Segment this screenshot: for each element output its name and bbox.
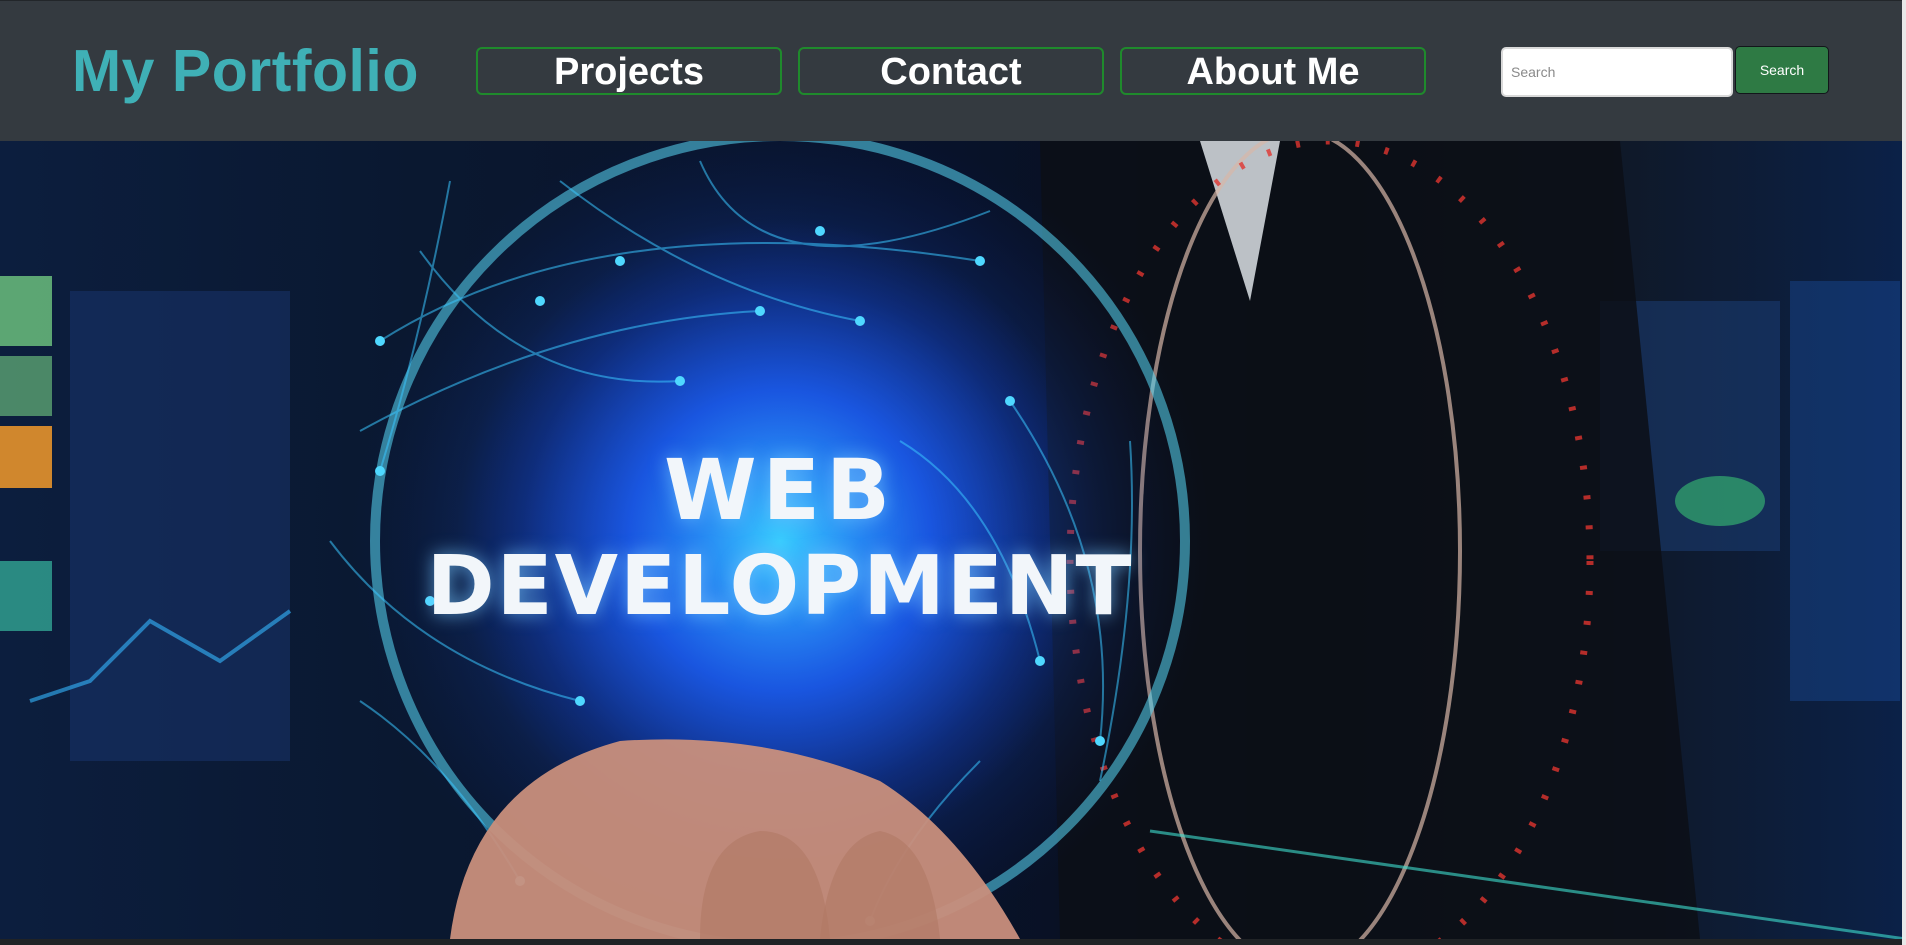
hero-title-development: DEVELOPMENT <box>426 539 1134 634</box>
nav-projects-link[interactable]: Projects <box>476 47 782 95</box>
dashboard-panel <box>0 356 52 416</box>
dashboard-glow <box>1675 476 1765 526</box>
nav-about-me-link[interactable]: About Me <box>1120 47 1426 95</box>
brand-title[interactable]: My Portfolio <box>72 37 419 105</box>
dashboard-panel <box>0 426 52 488</box>
search-button[interactable]: Search <box>1735 46 1829 94</box>
nav-contact-link[interactable]: Contact <box>798 47 1104 95</box>
dashboard-panel <box>1790 281 1900 701</box>
bottom-strip <box>0 939 1906 945</box>
hero-title-web: WEB <box>663 441 897 539</box>
navbar: My Portfolio Projects Contact About Me S… <box>0 0 1906 141</box>
dashboard-panel <box>70 291 290 761</box>
dashboard-panel <box>0 561 52 631</box>
search-input[interactable] <box>1501 47 1733 97</box>
window-right-edge <box>1902 0 1906 945</box>
hero-banner-image: WEB DEVELOPMENT <box>0 141 1906 939</box>
dashboard-panel <box>0 276 52 346</box>
